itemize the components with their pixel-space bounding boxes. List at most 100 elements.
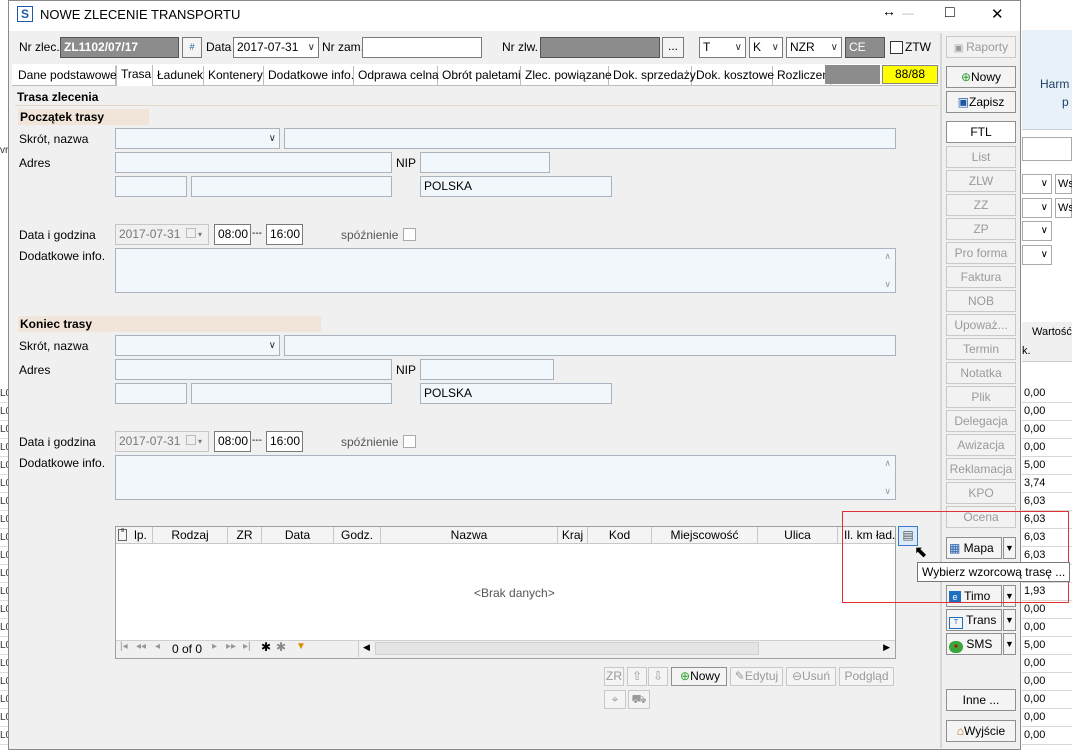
grid-delete-button[interactable]: ⊖Usuń	[786, 667, 836, 686]
tab-8[interactable]: Dok. sprzedaży	[609, 66, 696, 85]
termin-button[interactable]: Termin	[946, 338, 1016, 360]
zlw-button[interactable]: ZLW	[946, 170, 1016, 192]
tab-7[interactable]: Zlec. powiązane	[521, 66, 612, 85]
end-miejscowosc-field[interactable]	[191, 383, 392, 404]
tab-4[interactable]: Dodatkowe info.	[264, 66, 354, 85]
grid-edit-button[interactable]: ✎Edytuj	[730, 667, 783, 686]
nzr-select[interactable]: NZR ∨	[786, 37, 842, 58]
exit-button[interactable]: ⌂Wyjście	[946, 720, 1016, 742]
grid-column-header[interactable]: Ulica	[758, 527, 838, 544]
end-late-checkbox[interactable]	[403, 435, 416, 448]
grid-column-header[interactable]: Godz.	[334, 527, 381, 544]
pager-prev-page-icon[interactable]: ◂◂	[136, 641, 146, 652]
tab-5[interactable]: Odprawa celna	[354, 66, 439, 85]
end-country-field[interactable]: POLSKA	[420, 383, 612, 404]
grid-column-header[interactable]: Rodzaj	[153, 527, 228, 544]
sms-button[interactable]: ● SMS	[946, 633, 1002, 655]
nr-zam-field[interactable]	[362, 37, 482, 58]
list-button[interactable]: List	[946, 146, 1016, 168]
pager-add-copy-icon[interactable]: ✱	[276, 640, 286, 654]
h-scrollbar[interactable]: ◀ ▶	[358, 641, 894, 657]
faktura-button[interactable]: Faktura	[946, 266, 1016, 288]
resize-icon[interactable]: ↔	[882, 3, 896, 19]
zz-button[interactable]: ZZ	[946, 194, 1016, 216]
t-select[interactable]: T ∨	[699, 37, 746, 58]
minimize-icon[interactable]: —	[902, 6, 914, 20]
trans-button[interactable]: T Trans	[946, 609, 1002, 631]
start-country-field[interactable]: POLSKA	[420, 176, 612, 197]
end-time-to[interactable]: 16:00	[266, 431, 303, 452]
pager-next-icon[interactable]: ▸	[212, 641, 217, 652]
tab-0[interactable]: Dane podstawowe	[14, 66, 117, 85]
grid-column-header[interactable]: Kod	[588, 527, 652, 544]
scroll-down-icon[interactable]: ∨	[884, 279, 891, 290]
scroll-down-icon[interactable]: ∨	[884, 486, 891, 497]
ztw-checkbox[interactable]	[890, 41, 903, 54]
data-date-field[interactable]: 2017-07-31 ∨	[233, 37, 319, 58]
tab-10[interactable]: Rozliczenie	[773, 66, 838, 85]
tab-3[interactable]: Kontenery	[204, 66, 264, 85]
pager-prev-icon[interactable]: ◂	[155, 641, 160, 652]
cart-icon[interactable]: ⛟	[628, 690, 650, 709]
background-dropdown[interactable]: ∨	[1022, 174, 1052, 194]
end-adres-field[interactable]	[115, 359, 392, 380]
end-kod-field[interactable]	[115, 383, 187, 404]
map-pin-icon[interactable]: ⌖	[604, 690, 626, 709]
end-time-from[interactable]: 08:00	[214, 431, 251, 452]
k-select[interactable]: K ∨	[749, 37, 783, 58]
start-time-to[interactable]: 16:00	[266, 224, 303, 245]
notatka-button[interactable]: Notatka	[946, 362, 1016, 384]
scrollbar-thumb[interactable]	[375, 642, 759, 655]
maximize-icon[interactable]: □	[945, 4, 955, 22]
start-time-from[interactable]: 08:00	[214, 224, 251, 245]
tab-6[interactable]: Obrót paletami	[438, 66, 521, 85]
pager-filter-icon[interactable]: ▼	[296, 641, 306, 652]
ftl-button[interactable]: FTL	[946, 121, 1016, 143]
start-nip-field[interactable]	[420, 152, 550, 173]
zp-button[interactable]: ZP	[946, 218, 1016, 240]
grid-column-header[interactable]: Data	[262, 527, 334, 544]
end-info-textarea[interactable]: ∧ ∨	[115, 455, 896, 500]
end-date-field[interactable]: 2017-07-31 ▾	[115, 431, 209, 452]
pro-forma-button[interactable]: Pro forma	[946, 242, 1016, 264]
grid-column-header[interactable]: Nazwa	[381, 527, 558, 544]
zr-button[interactable]: ZR	[604, 667, 624, 686]
grid-column-header[interactable]: lp.	[129, 527, 153, 544]
awizacja-button[interactable]: Awizacja	[946, 434, 1016, 456]
start-miejscowosc-field[interactable]	[191, 176, 392, 197]
save-button[interactable]: ▣Zapisz	[946, 91, 1016, 113]
nr-zlw-field[interactable]	[540, 37, 660, 58]
scroll-up-icon[interactable]: ∧	[884, 251, 891, 262]
new-order-button[interactable]: ⊕Nowy	[946, 66, 1016, 88]
calendar-number-icon[interactable]: #	[182, 37, 202, 58]
start-nazwa-field[interactable]	[284, 128, 896, 149]
background-dropdown3[interactable]: ∨	[1022, 221, 1052, 241]
upowaz-button[interactable]: Upoważ...	[946, 314, 1016, 336]
scroll-left-icon[interactable]: ◀	[363, 642, 370, 653]
sms-dropdown[interactable]: ▼	[1003, 633, 1016, 655]
start-late-checkbox[interactable]	[403, 228, 416, 241]
trans-dropdown[interactable]: ▼	[1003, 609, 1016, 631]
delegacja-button[interactable]: Delegacja	[946, 410, 1016, 432]
tab-2[interactable]: Ładunek	[153, 66, 204, 85]
tab-9[interactable]: Dok. kosztowe	[692, 66, 774, 85]
scroll-right-icon[interactable]: ▶	[883, 642, 890, 653]
pager-last-icon[interactable]: ▸|	[243, 641, 251, 652]
close-icon[interactable]: ✕	[991, 5, 1004, 23]
nr-zlw-browse-button[interactable]: ...	[662, 37, 684, 58]
raporty-button[interactable]: ▣ Raporty	[946, 36, 1016, 58]
start-adres-field[interactable]	[115, 152, 392, 173]
plik-button[interactable]: Plik	[946, 386, 1016, 408]
end-skrot-select[interactable]: ∨	[115, 335, 280, 356]
ce-field[interactable]: CE	[845, 37, 885, 58]
pager-next-page-icon[interactable]: ▸▸	[226, 641, 236, 652]
pager-first-icon[interactable]: |◂	[120, 641, 128, 652]
start-date-field[interactable]: 2017-07-31 ▾	[115, 224, 209, 245]
background-dropdown2[interactable]: ∨	[1022, 198, 1052, 218]
background-ws-dropdown[interactable]: Ws	[1055, 174, 1072, 194]
grid-column-header[interactable]: Kraj	[558, 527, 588, 544]
pager-add-icon[interactable]: ✱	[261, 640, 271, 654]
start-info-textarea[interactable]: ∧ ∨	[115, 248, 896, 293]
start-kod-field[interactable]	[115, 176, 187, 197]
grid-row-menu-icon[interactable]: ≡	[118, 528, 127, 541]
